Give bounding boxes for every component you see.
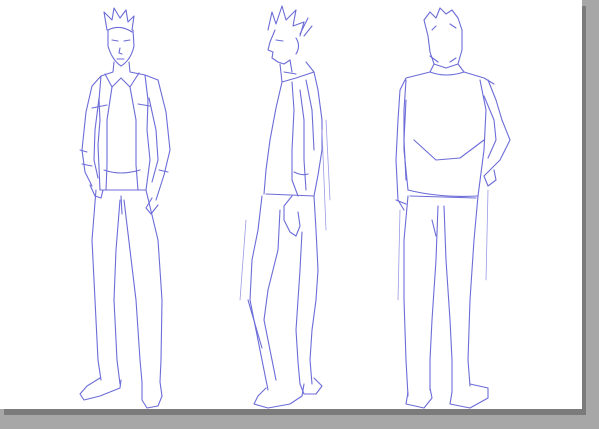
drawing-canvas[interactable] [0, 0, 582, 409]
side-view-guides [239, 119, 331, 301]
back-view-guides [397, 189, 489, 301]
side-view-figure [247, 5, 323, 409]
back-view-figure [395, 7, 511, 409]
front-view-figure [79, 7, 171, 409]
character-turnaround-sketch [79, 5, 511, 409]
